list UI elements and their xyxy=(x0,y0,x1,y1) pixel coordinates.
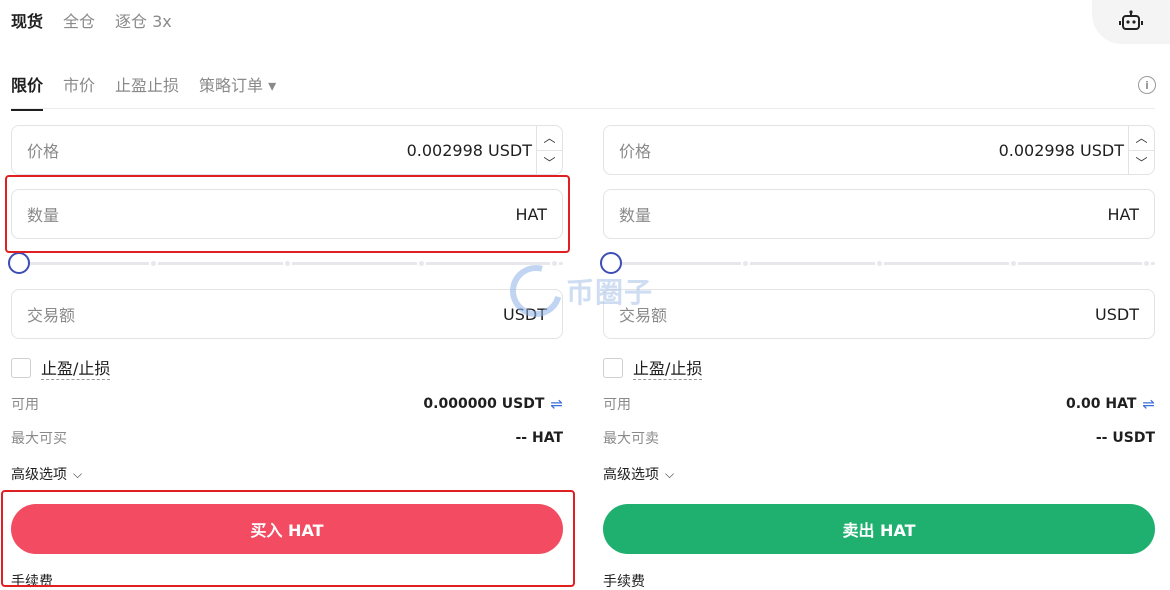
sell-max-value: -- USDT xyxy=(1095,430,1155,446)
buy-quantity-unit: HAT xyxy=(515,204,547,224)
sell-button[interactable]: 卖出 HAT xyxy=(603,504,1155,554)
buy-price-stepper: ︿ ﹀ xyxy=(536,126,562,174)
robot-icon xyxy=(1119,10,1143,30)
order-type-tabs: 限价 市价 止盈止损 策略订单 ▾ xyxy=(11,72,276,111)
tab-limit[interactable]: 限价 xyxy=(11,72,44,111)
tab-market[interactable]: 市价 xyxy=(63,72,95,111)
sell-available-row: 可用 0.00 HAT ⇌ xyxy=(603,394,1155,414)
buy-tpsl-checkbox[interactable] xyxy=(11,357,31,378)
buy-panel: 价格 0.002998 USDT ︿ ﹀ 数量 HAT 交易额 USDT 止盈/… xyxy=(8,125,563,590)
sell-price-stepper: ︿ ﹀ xyxy=(1128,126,1154,174)
sell-advanced-label: 高级选项 xyxy=(603,467,659,483)
sell-tpsl-option: 止盈/止损 xyxy=(603,355,1155,380)
sell-max-label: 最大可卖 xyxy=(603,431,659,447)
buy-fee-label: 手续费 xyxy=(11,574,53,590)
sell-price-label: 价格 xyxy=(619,142,652,161)
watermark-text: 币圈子 xyxy=(566,276,654,309)
sell-tpsl-label[interactable]: 止盈/止损 xyxy=(633,355,703,380)
buy-advanced-options[interactable]: 高级选项 ⌵ xyxy=(11,464,563,484)
buy-max-value: -- HAT xyxy=(515,430,563,446)
sell-amount-slider[interactable] xyxy=(600,251,1155,275)
slider-handle[interactable] xyxy=(8,252,30,274)
sell-advanced-options[interactable]: 高级选项 ⌵ xyxy=(603,464,1155,484)
buy-price-value: 0.002998 USDT xyxy=(406,140,532,160)
chevron-down-icon[interactable]: ﹀ xyxy=(537,151,562,175)
tab-isolated[interactable]: 逐仓 3x xyxy=(115,8,172,32)
buy-tpsl-option: 止盈/止损 xyxy=(11,355,563,380)
buy-tpsl-label[interactable]: 止盈/止损 xyxy=(41,355,111,380)
buy-available-value: 0.000000 USDT xyxy=(423,396,545,412)
buy-price-input[interactable]: 价格 0.002998 USDT ︿ ﹀ xyxy=(11,125,563,175)
sell-total-unit: USDT xyxy=(1095,304,1139,324)
slider-track xyxy=(23,262,563,265)
slider-tick xyxy=(875,259,884,268)
transfer-icon[interactable]: ⇌ xyxy=(1142,395,1155,413)
buy-price-label: 价格 xyxy=(27,142,60,161)
sell-available-label: 可用 xyxy=(603,397,631,413)
buy-total-label: 交易额 xyxy=(27,306,76,325)
sell-total-input[interactable]: 交易额 USDT xyxy=(603,289,1155,339)
sell-quantity-input[interactable]: 数量 HAT xyxy=(603,189,1155,239)
slider-tick xyxy=(283,259,292,268)
buy-available-row: 可用 0.000000 USDT ⇌ xyxy=(11,394,563,414)
tab-divider xyxy=(11,108,1155,109)
chevron-down-icon[interactable]: ﹀ xyxy=(1129,151,1154,175)
slider-tick xyxy=(1009,259,1018,268)
transfer-icon[interactable]: ⇌ xyxy=(550,395,563,413)
watermark-logo-icon xyxy=(500,255,572,327)
buy-max-row: 最大可买 -- HAT xyxy=(11,428,563,448)
buy-total-input[interactable]: 交易额 USDT xyxy=(11,289,563,339)
sell-price-value: 0.002998 USDT xyxy=(998,140,1124,160)
chevron-down-icon: ⌵ xyxy=(73,466,83,481)
buy-available-label: 可用 xyxy=(11,397,39,413)
sell-tpsl-checkbox[interactable] xyxy=(603,357,623,378)
margin-mode-tabs: 现货 全仓 逐仓 3x xyxy=(11,8,172,32)
slider-track xyxy=(615,262,1155,265)
chevron-down-icon: ⌵ xyxy=(665,466,675,481)
sell-price-input[interactable]: 价格 0.002998 USDT ︿ ﹀ xyxy=(603,125,1155,175)
buy-amount-slider[interactable] xyxy=(8,251,563,275)
slider-tick xyxy=(149,259,158,268)
buy-max-label: 最大可买 xyxy=(11,431,67,447)
buy-quantity-input[interactable]: 数量 HAT xyxy=(11,189,563,239)
sell-available-value: 0.00 HAT xyxy=(1065,396,1137,412)
watermark: 币圈子 xyxy=(500,255,654,327)
slider-tick xyxy=(1142,259,1151,268)
buy-quantity-label: 数量 xyxy=(27,206,60,225)
slider-tick xyxy=(417,259,426,268)
sell-quantity-label: 数量 xyxy=(619,206,652,225)
tab-strategy-order[interactable]: 策略订单 ▾ xyxy=(199,72,276,111)
trading-bot-button[interactable] xyxy=(1092,0,1170,44)
sell-panel: 价格 0.002998 USDT ︿ ﹀ 数量 HAT 交易额 USDT 止盈/… xyxy=(600,125,1155,590)
tab-tp-sl[interactable]: 止盈止损 xyxy=(115,72,179,111)
tab-cross[interactable]: 全仓 xyxy=(63,8,95,32)
sell-quantity-unit: HAT xyxy=(1107,204,1139,224)
buy-advanced-label: 高级选项 xyxy=(11,467,67,483)
info-icon[interactable]: i xyxy=(1138,76,1156,94)
buy-button[interactable]: 买入 HAT xyxy=(11,504,563,554)
sell-max-row: 最大可卖 -- USDT xyxy=(603,428,1155,448)
tab-spot[interactable]: 现货 xyxy=(11,8,43,32)
chevron-up-icon[interactable]: ︿ xyxy=(537,126,562,151)
sell-fee-label: 手续费 xyxy=(603,574,645,590)
slider-tick xyxy=(741,259,750,268)
chevron-up-icon[interactable]: ︿ xyxy=(1129,126,1154,151)
